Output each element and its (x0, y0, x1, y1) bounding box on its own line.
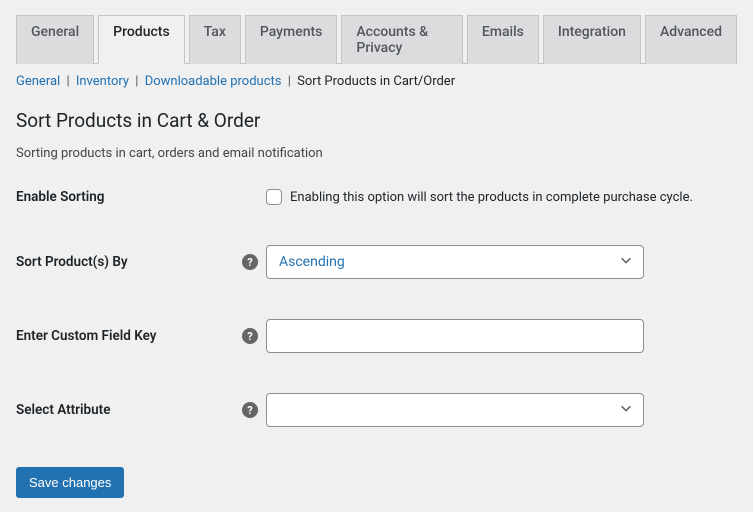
subnav-separator: | (132, 74, 142, 89)
help-icon[interactable]: ? (242, 402, 258, 418)
row-sort-by: Sort Product(s) By ? Ascending (16, 245, 737, 279)
tab-tax[interactable]: Tax (189, 15, 241, 64)
subnav-link-downloadable-products[interactable]: Downloadable products (145, 74, 282, 89)
chevron-down-icon (619, 401, 633, 419)
tab-emails[interactable]: Emails (467, 15, 539, 64)
tab-products[interactable]: Products (98, 15, 185, 64)
custom-field-input[interactable] (266, 319, 644, 353)
sort-by-select[interactable]: Ascending (266, 245, 644, 279)
sort-by-value: Ascending (279, 254, 345, 270)
tab-payments[interactable]: Payments (245, 15, 338, 64)
tab-integration[interactable]: Integration (543, 15, 641, 64)
attribute-select[interactable] (266, 393, 644, 427)
row-select-attribute: Select Attribute ? (16, 393, 737, 427)
label-sort-by: Sort Product(s) By (16, 254, 242, 270)
tab-advanced[interactable]: Advanced (645, 15, 737, 64)
subsection-nav: General | Inventory | Downloadable produ… (16, 74, 737, 89)
enable-sorting-text: Enabling this option will sort the produ… (290, 190, 693, 205)
subnav-link-general[interactable]: General (16, 74, 60, 89)
page-title: Sort Products in Cart & Order (16, 109, 737, 132)
row-enable-sorting: Enable Sorting Enabling this option will… (16, 189, 737, 205)
help-icon[interactable]: ? (242, 328, 258, 344)
tab-general[interactable]: General (16, 15, 94, 64)
tab-accounts-privacy[interactable]: Accounts & Privacy (341, 15, 462, 64)
row-custom-field: Enter Custom Field Key ? (16, 319, 737, 353)
checkbox-field-enable: Enabling this option will sort the produ… (266, 189, 737, 205)
chevron-down-icon (619, 253, 633, 271)
label-select-attribute: Select Attribute (16, 402, 242, 418)
subnav-separator: | (284, 74, 294, 89)
label-custom-field: Enter Custom Field Key (16, 328, 242, 344)
subnav-current: Sort Products in Cart/Order (297, 74, 455, 89)
label-enable-sorting: Enable Sorting (16, 189, 242, 205)
subnav-link-inventory[interactable]: Inventory (76, 74, 129, 89)
primary-tabs: GeneralProductsTaxPaymentsAccounts & Pri… (16, 14, 737, 64)
help-icon[interactable]: ? (242, 254, 258, 270)
subnav-separator: | (63, 74, 73, 89)
enable-sorting-checkbox[interactable] (266, 189, 282, 205)
save-button[interactable]: Save changes (16, 467, 124, 498)
page-description: Sorting products in cart, orders and ema… (16, 146, 737, 161)
